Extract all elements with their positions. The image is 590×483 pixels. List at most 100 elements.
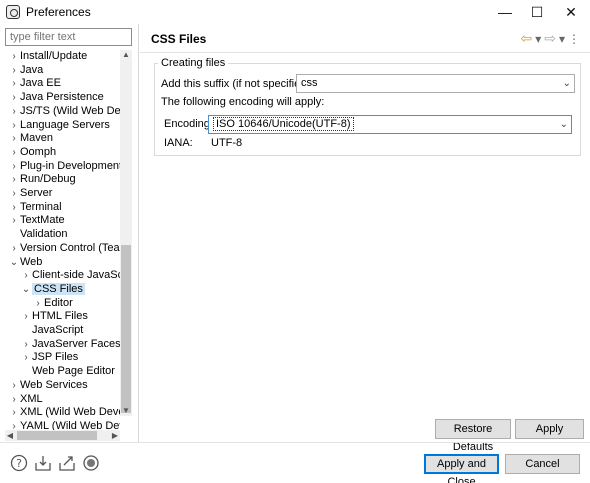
tree-item-label: Server — [20, 187, 53, 199]
back-arrow-icon[interactable]: ⇦ — [520, 30, 532, 47]
footer-divider — [0, 442, 590, 443]
tree-item[interactable]: › JSP Files — [20, 350, 78, 364]
cancel-button[interactable]: Cancel — [505, 454, 580, 474]
import-icon[interactable] — [34, 454, 52, 472]
record-icon[interactable] — [82, 454, 100, 472]
tree-item[interactable]: ›XML (Wild Web Develop — [8, 405, 120, 419]
tree-item-label: XML — [20, 392, 43, 405]
tree-item-label: Language Servers — [20, 118, 110, 131]
tree-item[interactable]: JavaScript — [20, 323, 83, 337]
tree-item-label: TextMate — [20, 214, 65, 227]
tree-item[interactable]: Web Page Editor — [20, 364, 115, 378]
tree-item-label: Java EE — [20, 77, 61, 90]
tree-item[interactable]: › Web Services — [8, 378, 88, 392]
apply-button[interactable]: Apply — [515, 419, 584, 439]
tree-item[interactable]: ⌄ Web — [8, 255, 43, 270]
tree-item[interactable]: › Oomph — [8, 145, 56, 159]
back-dropdown-icon[interactable]: ▾ — [535, 32, 541, 46]
preference-tree[interactable]: › Install/Update › Java › Java EE › Java Persis… — [0, 50, 120, 430]
tree-item[interactable]: › XML — [8, 392, 43, 406]
tree-item-label: Web Services — [20, 378, 88, 391]
forward-dropdown-icon[interactable]: ▾ — [559, 32, 565, 46]
encoding-value: ISO 10646/Unicode(UTF-8) — [213, 117, 354, 131]
title-bar: Preferences — ☐ ✕ — [0, 0, 590, 24]
apply-and-close-button[interactable]: Apply and Close — [424, 454, 499, 483]
window-title: Preferences — [26, 5, 91, 19]
tree-item-label: Version Control (Team) — [20, 241, 120, 254]
tree-item[interactable]: ›JavaServer Faces Tool — [20, 337, 120, 351]
suffix-label: Add this suffix (if not specified): — [161, 78, 314, 90]
scroll-up-icon[interactable]: ▲ — [120, 50, 132, 60]
tree-item-label: Terminal — [20, 200, 62, 213]
tree-item-label: Java Persistence — [20, 91, 104, 104]
scroll-thumb[interactable] — [121, 245, 131, 413]
page-title: CSS Files — [151, 32, 207, 46]
tree-item-label: Client-side JavaScript — [32, 269, 120, 282]
export-icon[interactable] — [58, 454, 76, 472]
tree-item[interactable]: › Java — [8, 63, 43, 77]
help-icon[interactable]: ? — [10, 454, 28, 472]
tree-item-label: HTML Files — [32, 310, 88, 323]
header-divider — [140, 52, 590, 53]
tree-item[interactable]: › Language Servers — [8, 118, 110, 132]
tree-item[interactable]: ›YAML (Wild Web Develc — [8, 419, 120, 430]
tree-item[interactable]: › Run/Debug — [8, 172, 76, 186]
tree-item-label: JS/TS (Wild Web Develc — [20, 104, 120, 117]
tree-item[interactable]: Validation — [8, 227, 68, 241]
group-title: Creating files — [158, 57, 229, 69]
tree-item-label: XML (Wild Web Develop — [20, 406, 120, 419]
eclipse-icon — [6, 5, 20, 19]
tree-item-label: Validation — [20, 228, 68, 241]
page-header: CSS Files ⇦ ▾ ⇨ ▾ ⋮ — [140, 24, 590, 52]
view-menu-icon[interactable]: ⋮ — [568, 32, 580, 46]
forward-arrow-icon[interactable]: ⇨ — [544, 30, 556, 47]
tree-item[interactable]: › HTML Files — [20, 309, 88, 323]
tree-item[interactable]: ⌄ CSS Files — [20, 282, 85, 296]
tree-item-label: Web Page Editor — [32, 365, 115, 378]
tree-item[interactable]: ›Client-side JavaScript — [20, 268, 120, 282]
chevron-right-icon[interactable]: › — [8, 420, 20, 430]
iana-label: IANA: — [164, 137, 193, 149]
tree-item[interactable]: › Java Persistence — [8, 90, 104, 104]
scroll-left-icon[interactable]: ◀ — [5, 430, 15, 441]
tree-item[interactable]: › Plug-in Development — [8, 159, 120, 173]
chevron-down-icon[interactable]: ⌄ — [560, 116, 568, 133]
chevron-down-icon[interactable]: ⌄ — [20, 283, 32, 297]
tree-item[interactable]: › Maven — [8, 131, 53, 145]
tree-vertical-scrollbar[interactable]: ▲ ▼ — [120, 50, 132, 416]
encoding-combo[interactable]: ISO 10646/Unicode(UTF-8) ⌄ — [208, 115, 572, 134]
tree-item-label: CSS Files — [32, 282, 85, 295]
suffix-combo[interactable]: css ⌄ — [296, 74, 575, 93]
pane-divider[interactable] — [138, 24, 139, 442]
tree-item-label: Java — [20, 63, 44, 76]
chevron-down-icon[interactable]: ⌄ — [563, 75, 571, 92]
tree-item-label: Run/Debug — [20, 173, 76, 186]
tree-item-label: Editor — [44, 296, 73, 309]
tree-item[interactable]: › TextMate — [8, 213, 65, 227]
tree-item-label: JSP Files — [32, 351, 79, 364]
tree-item-label: YAML (Wild Web Develc — [20, 419, 120, 430]
tree-item[interactable]: ›JS/TS (Wild Web Develc — [8, 104, 120, 118]
iana-value: UTF-8 — [211, 137, 243, 149]
tree-item[interactable]: ›Version Control (Team) — [8, 241, 120, 255]
tree-item-label: Web — [20, 255, 43, 268]
restore-defaults-button[interactable]: Restore Defaults — [435, 419, 511, 453]
tree-item[interactable]: › Terminal — [8, 200, 62, 214]
scroll-right-icon[interactable]: ▶ — [110, 430, 120, 441]
minimize-button[interactable]: — — [490, 0, 520, 24]
tree-item[interactable]: › Java EE — [8, 76, 61, 90]
hscroll-thumb[interactable] — [17, 431, 97, 440]
tree-item[interactable]: › Editor — [32, 296, 73, 310]
tree-item-label: Maven — [20, 132, 54, 145]
tree-item[interactable]: › Install/Update — [8, 50, 87, 63]
filter-input[interactable] — [5, 28, 132, 46]
suffix-value: css — [301, 77, 318, 89]
scroll-down-icon[interactable]: ▼ — [120, 406, 132, 416]
svg-text:?: ? — [16, 457, 22, 470]
chevron-down-icon[interactable]: ⌄ — [8, 256, 20, 270]
close-button[interactable]: ✕ — [556, 0, 586, 24]
tree-item-label: Install/Update — [20, 50, 88, 62]
tree-horizontal-scrollbar[interactable]: ◀ ▶ — [5, 430, 120, 441]
tree-item[interactable]: › Server — [8, 186, 52, 200]
maximize-button[interactable]: ☐ — [522, 0, 552, 24]
